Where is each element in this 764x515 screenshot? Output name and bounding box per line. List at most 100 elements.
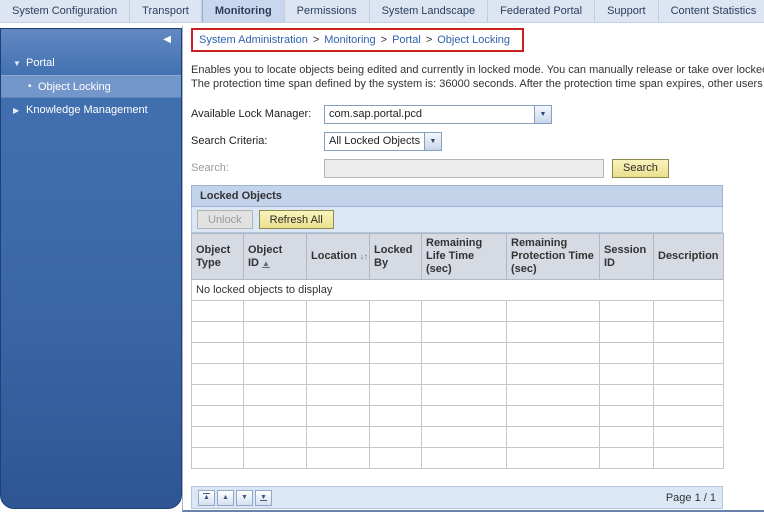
breadcrumb-object-locking[interactable]: Object Locking bbox=[437, 34, 510, 46]
panel-title: Locked Objects bbox=[191, 185, 723, 207]
column-header-remaining-life-time[interactable]: Remaining Life Time (sec) bbox=[421, 233, 507, 280]
breadcrumb-separator: > bbox=[425, 34, 433, 46]
lock-manager-select[interactable]: com.sap.portal.pcd ▼ bbox=[324, 104, 552, 124]
table-cell bbox=[506, 321, 600, 343]
column-header-remaining-protection-time[interactable]: Remaining Protection Time (sec) bbox=[506, 233, 600, 280]
table-cell bbox=[369, 300, 422, 322]
breadcrumb-separator: > bbox=[380, 34, 388, 46]
table-cell bbox=[191, 384, 244, 406]
description-line-1: Enables you to locate objects being edit… bbox=[191, 64, 764, 76]
table-cell bbox=[421, 300, 507, 322]
column-label: Remaining Protection Time (sec) bbox=[511, 237, 594, 275]
search-criteria-label: Search Criteria: bbox=[191, 135, 268, 147]
pagination: ▲ ▲ ▼ ▼ bbox=[198, 489, 272, 506]
table-cell bbox=[506, 342, 600, 364]
table-cell bbox=[243, 300, 307, 322]
lock-manager-value: com.sap.portal.pcd bbox=[329, 107, 422, 120]
table-header-row: Object Type Object ID ▲ Location ↓↑ Locked… bbox=[191, 233, 724, 280]
column-header-object-type[interactable]: Object Type bbox=[191, 233, 244, 280]
lock-manager-label: Available Lock Manager: bbox=[191, 108, 312, 120]
column-header-location[interactable]: Location ↓↑ bbox=[306, 233, 370, 280]
table-cell bbox=[506, 384, 600, 406]
table-row bbox=[191, 363, 724, 385]
table-cell bbox=[599, 300, 654, 322]
table-cell bbox=[369, 342, 422, 364]
previous-page-button[interactable]: ▲ bbox=[217, 489, 234, 506]
last-page-icon: ▼ bbox=[260, 494, 267, 501]
column-header-description[interactable]: Description bbox=[653, 233, 724, 280]
tab-system-landscape[interactable]: System Landscape bbox=[370, 0, 489, 22]
tab-permissions[interactable]: Permissions bbox=[285, 0, 370, 22]
table-cell bbox=[599, 384, 654, 406]
bullet-icon: • bbox=[28, 81, 32, 92]
table-row bbox=[191, 321, 724, 343]
table-cell bbox=[421, 342, 507, 364]
search-criteria-select[interactable]: All Locked Objects ▼ bbox=[324, 131, 442, 151]
sidebar-item-knowledge-management[interactable]: ▶ Knowledge Management bbox=[1, 98, 181, 122]
table-cell bbox=[243, 405, 307, 427]
table-cell bbox=[421, 363, 507, 385]
tab-federated-portal[interactable]: Federated Portal bbox=[488, 0, 596, 22]
column-header-object-id[interactable]: Object ID ▲ bbox=[243, 233, 307, 280]
breadcrumb-separator: > bbox=[312, 34, 320, 46]
search-input[interactable] bbox=[324, 158, 604, 178]
sidebar-item-object-locking[interactable]: • Object Locking bbox=[1, 75, 181, 98]
table-cell bbox=[243, 384, 307, 406]
chevron-down-icon[interactable]: ▼ bbox=[424, 132, 441, 150]
table-cell bbox=[191, 447, 244, 469]
table-cell bbox=[369, 321, 422, 343]
last-page-button[interactable]: ▼ bbox=[255, 489, 272, 506]
chevron-down-icon[interactable]: ▼ bbox=[534, 105, 551, 123]
table-body: No locked objects to display bbox=[191, 279, 724, 469]
search-label: Search: bbox=[191, 162, 229, 174]
collapse-panel-button[interactable]: ◀ bbox=[163, 33, 171, 47]
sort-icon[interactable]: ↓↑ bbox=[360, 252, 368, 261]
table-cell bbox=[421, 321, 507, 343]
table-cell bbox=[506, 300, 600, 322]
table-cell bbox=[653, 300, 724, 322]
table-cell bbox=[306, 321, 370, 343]
breadcrumb-monitoring[interactable]: Monitoring bbox=[324, 34, 375, 46]
table-cell bbox=[653, 426, 724, 448]
tab-content-statistics[interactable]: Content Statistics bbox=[659, 0, 764, 22]
table-row bbox=[191, 384, 724, 406]
column-header-session-id[interactable]: Session ID bbox=[599, 233, 654, 280]
table-cell bbox=[506, 447, 600, 469]
sort-ascending-icon[interactable]: ▲ bbox=[262, 259, 270, 268]
breadcrumb-system-administration[interactable]: System Administration bbox=[199, 34, 308, 46]
table-cell bbox=[306, 384, 370, 406]
breadcrumb-portal[interactable]: Portal bbox=[392, 34, 421, 46]
table-cell bbox=[506, 405, 600, 427]
unlock-button[interactable]: Unlock bbox=[197, 210, 253, 229]
table-row bbox=[191, 426, 724, 448]
tab-support[interactable]: Support bbox=[595, 0, 659, 22]
next-page-button[interactable]: ▼ bbox=[236, 489, 253, 506]
refresh-all-button[interactable]: Refresh All bbox=[258, 210, 334, 229]
table-cell bbox=[369, 447, 422, 469]
sidebar-item-portal[interactable]: ▼ Portal bbox=[1, 51, 181, 75]
table-cell bbox=[243, 342, 307, 364]
table-cell bbox=[653, 405, 724, 427]
table-cell bbox=[243, 321, 307, 343]
collapsed-triangle-icon[interactable]: ▶ bbox=[13, 106, 26, 115]
column-label: Locked By bbox=[374, 243, 413, 269]
column-header-locked-by[interactable]: Locked By bbox=[369, 233, 422, 280]
tab-monitoring[interactable]: Monitoring bbox=[201, 0, 285, 22]
expanded-triangle-icon[interactable]: ▼ bbox=[13, 59, 26, 68]
navigation-tree: ▼ Portal • Object Locking ▶ Knowledge Ma… bbox=[1, 51, 181, 122]
table-cell bbox=[369, 363, 422, 385]
tab-transport[interactable]: Transport bbox=[130, 0, 202, 22]
sidebar-item-label: Knowledge Management bbox=[26, 104, 148, 116]
tab-system-configuration[interactable]: System Configuration bbox=[0, 0, 131, 22]
description-text: Enables you to locate objects being edit… bbox=[191, 63, 764, 91]
first-page-button[interactable]: ▲ bbox=[198, 489, 215, 506]
table-cell bbox=[421, 384, 507, 406]
search-button[interactable]: Search bbox=[612, 158, 669, 178]
table-cell bbox=[653, 447, 724, 469]
description-line-2: The protection time span defined by the … bbox=[191, 78, 763, 90]
table-cell bbox=[599, 426, 654, 448]
navigation-panel: ◀ ▼ Portal • Object Locking ▶ Knowledge … bbox=[0, 28, 182, 509]
sidebar-item-label: Object Locking bbox=[38, 80, 111, 93]
table-cell bbox=[369, 384, 422, 406]
table-cell bbox=[653, 342, 724, 364]
